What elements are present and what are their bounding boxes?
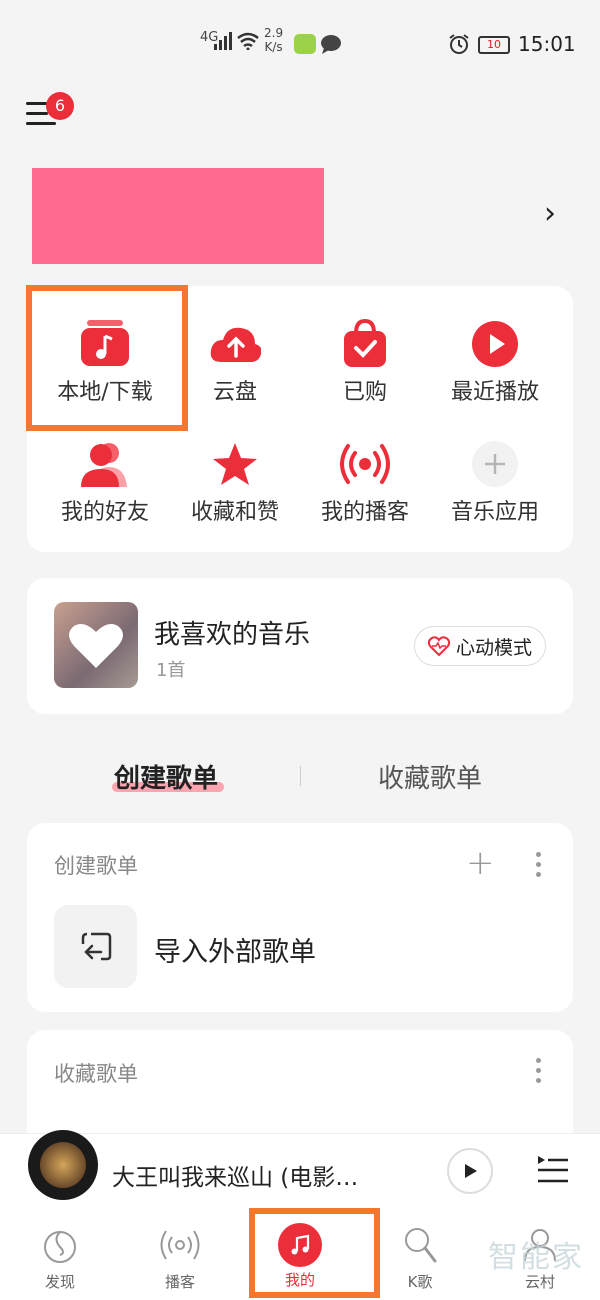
nav-discover[interactable]: 发现 [15, 1207, 105, 1292]
collected-section-label: 收藏歌单 [54, 1062, 138, 1086]
alarm-icon [449, 34, 469, 54]
nav-karaoke[interactable]: K歌 [375, 1207, 465, 1292]
play-circle-icon [469, 318, 521, 370]
grid-label: 音乐应用 [450, 500, 539, 525]
collected-more-icon[interactable] [536, 1058, 542, 1084]
nav-label: K歌 [407, 1273, 433, 1291]
status-bar: 4G 2.9 K/s 10 15:01 [0, 0, 600, 80]
net-speed-value: 2.9 [264, 26, 284, 40]
grid-item-my-podcast[interactable]: 我的播客 [300, 432, 430, 542]
shopping-bag-icon [339, 318, 391, 370]
grid-item-recent-play[interactable]: 最近播放 [430, 312, 560, 422]
grid-label: 收藏和赞 [190, 500, 279, 525]
grid-item-friends[interactable]: 我的好友 [40, 432, 170, 542]
now-playing-title[interactable]: 大王叫我来巡山 (电影… [112, 1158, 358, 1192]
grid-label: 我的播客 [320, 500, 409, 525]
notification-badge: 6 [46, 92, 74, 120]
grid-label: 已购 [342, 380, 387, 405]
watermark-text: 智能家 [488, 1240, 584, 1275]
chat-icon [321, 35, 341, 54]
heart-mode-button[interactable]: 心动模式 [414, 626, 546, 666]
clock: 15:01 [518, 32, 576, 56]
battery-indicator: 10 [478, 36, 510, 54]
play-button[interactable] [447, 1148, 493, 1194]
grid-item-music-apps[interactable]: 音乐应用 [430, 432, 560, 542]
grid-item-cloud-disk[interactable]: 云盘 [170, 312, 300, 422]
profile-redacted-block[interactable] [32, 168, 324, 264]
tab-created-playlists[interactable]: 创建歌单 [114, 758, 218, 795]
nav-podcast[interactable]: 播客 [135, 1207, 225, 1292]
grid-item-favorites-likes[interactable]: 收藏和赞 [170, 432, 300, 542]
plus-icon [469, 438, 521, 490]
favorite-title: 我喜欢的音乐 [154, 620, 311, 650]
album-disc[interactable] [28, 1130, 98, 1200]
wifi-icon [237, 32, 259, 50]
play-icon [465, 1164, 477, 1178]
add-playlist-plus-icon[interactable]: + [466, 843, 495, 883]
net-speed: 2.9 K/s [264, 26, 283, 54]
discover-icon [44, 1231, 76, 1263]
friends-icon [79, 438, 131, 490]
import-icon[interactable] [54, 905, 137, 988]
tab-separator [300, 766, 301, 786]
import-external-playlist[interactable]: 导入外部歌单 [154, 930, 316, 969]
highlight-box-local-download [26, 285, 188, 431]
favorite-count: 1首 [156, 660, 186, 681]
grid-label: 我的好友 [60, 500, 149, 525]
nav-label: 播客 [164, 1273, 195, 1291]
net-speed-unit: K/s [264, 40, 283, 54]
created-more-icon[interactable] [536, 852, 542, 878]
heart-icon [69, 624, 123, 668]
heart-mode-label: 心动模式 [455, 636, 532, 659]
android-app-icon [294, 34, 316, 54]
podcast-icon [160, 1230, 200, 1260]
favorite-cover-image [54, 602, 138, 688]
cloud-upload-icon [209, 318, 261, 370]
grid-item-purchased[interactable]: 已购 [300, 312, 430, 422]
nav-label: 发现 [44, 1273, 75, 1291]
grid-label: 最近播放 [450, 380, 539, 405]
microphone-icon [405, 1228, 437, 1263]
tab-collected-playlists[interactable]: 收藏歌单 [378, 758, 482, 795]
grid-label: 云盘 [212, 380, 257, 405]
profile-chevron-icon[interactable]: › [544, 196, 556, 231]
heartbeat-icon [427, 636, 450, 656]
star-icon [209, 438, 261, 490]
playlist-queue-icon[interactable] [536, 1154, 570, 1184]
highlight-box-nav-mine [249, 1208, 380, 1298]
signal-icon [214, 32, 232, 50]
broadcast-icon [339, 438, 391, 490]
created-section-label: 创建歌单 [54, 854, 138, 878]
